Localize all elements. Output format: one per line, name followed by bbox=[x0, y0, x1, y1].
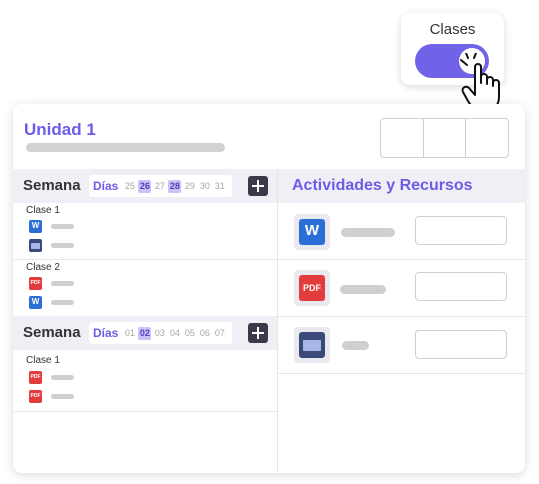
unit-info-boxes bbox=[380, 118, 509, 158]
info-box[interactable] bbox=[381, 119, 424, 157]
web-icon[interactable] bbox=[29, 239, 42, 252]
week-label: Semana bbox=[23, 177, 81, 194]
day-chip[interactable]: 07 bbox=[213, 327, 226, 340]
resource-name-placeholder bbox=[51, 375, 74, 380]
resource-tile[interactable] bbox=[294, 327, 330, 363]
days-selector: Días 25 26 27 28 29 30 31 bbox=[89, 175, 233, 197]
divider bbox=[278, 373, 525, 374]
pdf-icon[interactable]: PDF bbox=[29, 390, 42, 403]
info-box[interactable] bbox=[424, 119, 467, 157]
resource-name-placeholder bbox=[51, 394, 74, 399]
day-chip-selected[interactable]: 26 bbox=[138, 179, 152, 193]
add-class-button[interactable] bbox=[248, 323, 268, 343]
divider bbox=[278, 316, 525, 317]
class-label: Clase 1 bbox=[26, 205, 60, 216]
unit-card: Unidad 1 Semana Días 25 26 27 28 29 30 3… bbox=[13, 104, 525, 473]
day-chip[interactable]: 05 bbox=[183, 327, 196, 340]
day-chip[interactable]: 03 bbox=[153, 327, 166, 340]
column-divider bbox=[277, 169, 278, 473]
resource-name-placeholder bbox=[51, 300, 74, 305]
resource-tile[interactable]: W bbox=[294, 214, 330, 250]
resource-input[interactable] bbox=[415, 330, 507, 359]
days-label: Días bbox=[93, 326, 119, 340]
divider bbox=[13, 411, 277, 412]
resource-tile[interactable]: PDF bbox=[294, 270, 330, 306]
day-chip-selected[interactable]: 28 bbox=[168, 179, 182, 193]
resource-name-placeholder bbox=[51, 281, 74, 286]
day-chip-selected[interactable]: 02 bbox=[138, 326, 152, 340]
add-class-button[interactable] bbox=[248, 176, 268, 196]
resource-input[interactable] bbox=[415, 216, 507, 245]
resource-name-placeholder bbox=[342, 341, 369, 350]
web-icon bbox=[299, 332, 325, 358]
resource-name-placeholder bbox=[340, 285, 386, 294]
day-chip[interactable]: 01 bbox=[123, 327, 136, 340]
class-label: Clase 1 bbox=[26, 355, 60, 366]
pdf-icon[interactable]: PDF bbox=[29, 277, 42, 290]
day-chip[interactable]: 25 bbox=[123, 180, 136, 193]
week-label: Semana bbox=[23, 324, 81, 341]
activities-header: Actividades y Recursos bbox=[278, 169, 525, 203]
resource-name-placeholder bbox=[51, 243, 74, 248]
week-header: Semana Días 01 02 03 04 05 06 07 bbox=[13, 316, 277, 350]
day-chip[interactable]: 06 bbox=[198, 327, 211, 340]
word-icon: W bbox=[299, 219, 325, 245]
unit-description-placeholder bbox=[26, 143, 225, 152]
info-box[interactable] bbox=[466, 119, 508, 157]
days-selector: Días 01 02 03 04 05 06 07 bbox=[89, 322, 233, 344]
class-label: Clase 2 bbox=[26, 262, 60, 273]
word-icon[interactable]: W bbox=[29, 296, 42, 309]
day-chip[interactable]: 29 bbox=[183, 180, 196, 193]
day-chip[interactable]: 04 bbox=[168, 327, 181, 340]
day-chip[interactable]: 27 bbox=[153, 180, 166, 193]
day-chip[interactable]: 30 bbox=[198, 180, 211, 193]
pdf-icon: PDF bbox=[299, 275, 325, 301]
toggle-label: Clases bbox=[429, 21, 476, 38]
week-header: Semana Días 25 26 27 28 29 30 31 bbox=[13, 169, 277, 203]
resource-name-placeholder bbox=[51, 224, 74, 229]
resource-input[interactable] bbox=[415, 272, 507, 301]
unit-title: Unidad 1 bbox=[24, 120, 96, 139]
divider bbox=[13, 259, 277, 260]
resource-name-placeholder bbox=[341, 228, 395, 237]
word-icon[interactable]: W bbox=[29, 220, 42, 233]
days-label: Días bbox=[93, 179, 119, 193]
divider bbox=[278, 259, 525, 260]
pdf-icon[interactable]: PDF bbox=[29, 371, 42, 384]
day-chip[interactable]: 31 bbox=[213, 180, 226, 193]
activities-title: Actividades y Recursos bbox=[292, 177, 473, 194]
